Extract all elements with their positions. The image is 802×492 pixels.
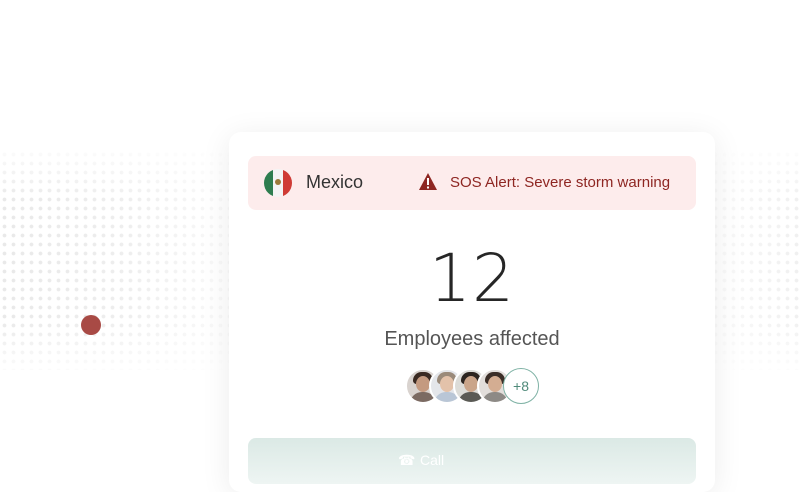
warning-triangle-icon: [419, 173, 437, 190]
country-name: Mexico: [306, 172, 364, 192]
mexico-flag-icon: [264, 169, 292, 197]
avatar-group[interactable]: +8: [405, 368, 545, 404]
sos-alert-banner[interactable]: Mexico SOS Alert: Severe storm warning: [248, 156, 696, 210]
alert-card: Mexico SOS Alert: Severe storm warning 1…: [229, 132, 715, 492]
call-button[interactable]: ☎ Call: [248, 438, 696, 484]
phone-icon: ☎: [398, 452, 416, 468]
more-avatars-badge[interactable]: +8: [503, 368, 539, 404]
affected-label: Employees affected: [384, 328, 560, 350]
call-button-label: Call: [420, 452, 445, 468]
alert-message: SOS Alert: Severe storm warning: [450, 174, 671, 191]
map-location-pin[interactable]: [81, 315, 101, 335]
affected-count: 12: [429, 240, 515, 317]
